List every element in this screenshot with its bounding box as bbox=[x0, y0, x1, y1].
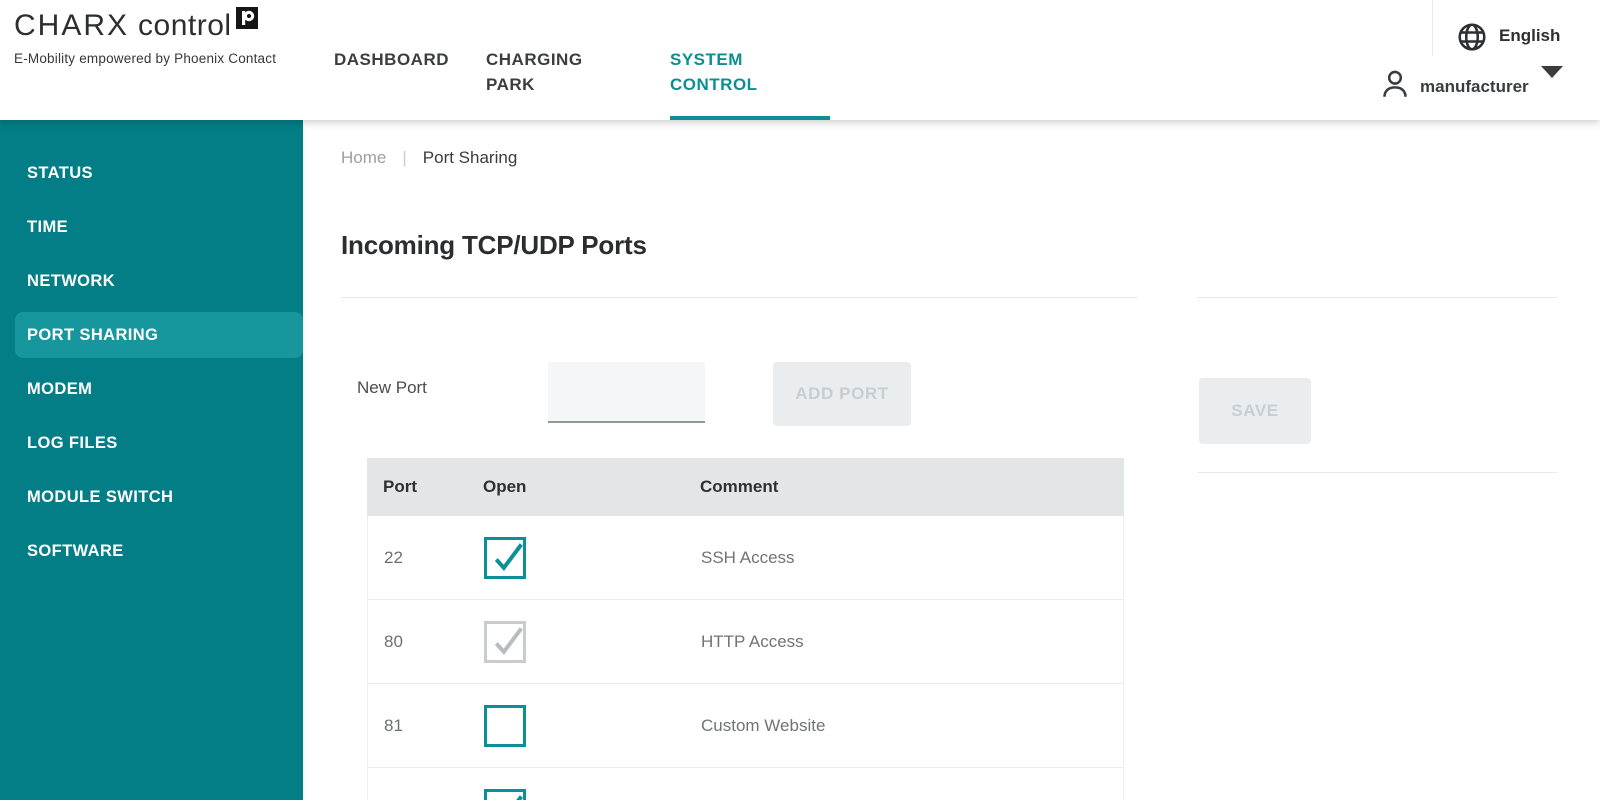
sidebar-nav: STATUS TIME NETWORK PORT SHARING MODEM L… bbox=[0, 120, 303, 800]
breadcrumb-current: Port Sharing bbox=[422, 148, 518, 167]
sidebar-item-software[interactable]: SOFTWARE bbox=[0, 528, 303, 574]
breadcrumb-home-link[interactable]: Home bbox=[341, 148, 386, 167]
nav-system-control[interactable]: SYSTEM CONTROL bbox=[670, 0, 830, 120]
new-port-input[interactable] bbox=[548, 362, 705, 423]
nav-dashboard[interactable]: DASHBOARD bbox=[334, 0, 449, 120]
sidebar-item-log-files[interactable]: LOG FILES bbox=[0, 420, 303, 466]
table-body: 22 SSH Access 80 HTTP Access 81 Custom W… bbox=[367, 516, 1124, 800]
breadcrumb: Home | Port Sharing bbox=[341, 148, 517, 168]
user-menu[interactable]: manufacturer bbox=[1420, 77, 1529, 97]
table-row-partial bbox=[368, 768, 1123, 800]
column-header-open: Open bbox=[483, 477, 527, 496]
comment-value: Custom Website bbox=[701, 715, 826, 735]
table-row-port-81: 81 Custom Website bbox=[368, 684, 1123, 768]
page-title: Incoming TCP/UDP Ports bbox=[341, 230, 647, 260]
comment-value: SSH Access bbox=[701, 547, 795, 567]
open-checkbox[interactable] bbox=[484, 789, 526, 800]
save-button[interactable]: SAVE bbox=[1199, 378, 1311, 444]
open-checkbox[interactable] bbox=[484, 536, 526, 579]
divider bbox=[341, 297, 1138, 298]
port-value: 80 bbox=[384, 631, 403, 651]
charx-control-app: CHARX control E-Mobility empowered by Ph… bbox=[0, 0, 1600, 800]
main-content: Home | Port Sharing Incoming TCP/UDP Ports… bbox=[303, 120, 1600, 800]
open-checkbox-disabled bbox=[484, 620, 526, 663]
table-row-port-22: 22 SSH Access bbox=[368, 516, 1123, 600]
table-header-row: Port Open Comment bbox=[367, 458, 1124, 516]
sidebar-item-status[interactable]: STATUS bbox=[0, 150, 303, 196]
user-icon[interactable] bbox=[1378, 67, 1412, 106]
globe-icon[interactable] bbox=[1456, 21, 1488, 58]
divider bbox=[1197, 297, 1557, 298]
sidebar-item-network[interactable]: NETWORK bbox=[0, 258, 303, 304]
open-checkbox[interactable] bbox=[484, 704, 526, 747]
brand-tagline: E-Mobility empowered by Phoenix Contact bbox=[14, 51, 277, 66]
language-selector[interactable]: English bbox=[1499, 26, 1560, 46]
breadcrumb-separator: | bbox=[402, 148, 407, 167]
port-value: 22 bbox=[384, 547, 403, 567]
comment-value: HTTP Access bbox=[701, 631, 804, 651]
sidebar-item-port-sharing[interactable]: PORT SHARING bbox=[15, 312, 303, 358]
header-divider bbox=[1432, 0, 1433, 56]
column-header-comment: Comment bbox=[700, 477, 779, 496]
phoenix-contact-logo-icon bbox=[235, 7, 258, 29]
column-header-port: Port bbox=[383, 477, 417, 496]
sidebar-item-modem[interactable]: MODEM bbox=[0, 366, 303, 412]
sidebar-item-module-switch[interactable]: MODULE SWITCH bbox=[0, 474, 303, 520]
port-value: 81 bbox=[384, 715, 403, 735]
ports-table: Port Open Comment 22 SSH Access 80 HTTP … bbox=[367, 458, 1124, 800]
table-row-port-80: 80 HTTP Access bbox=[368, 600, 1123, 684]
brand-name-primary: CHARX bbox=[14, 9, 130, 42]
nav-charging-park[interactable]: CHARGING PARK bbox=[486, 0, 586, 120]
divider bbox=[1197, 472, 1557, 473]
brand-name-secondary: control bbox=[138, 9, 232, 42]
brand-logo: CHARX control E-Mobility empowered by Ph… bbox=[14, 7, 277, 66]
sidebar-item-time[interactable]: TIME bbox=[0, 204, 303, 250]
new-port-label: New Port bbox=[357, 378, 427, 397]
add-port-button[interactable]: ADD PORT bbox=[773, 362, 911, 426]
chevron-down-icon[interactable] bbox=[1541, 66, 1563, 78]
top-header: CHARX control E-Mobility empowered by Ph… bbox=[0, 0, 1600, 120]
